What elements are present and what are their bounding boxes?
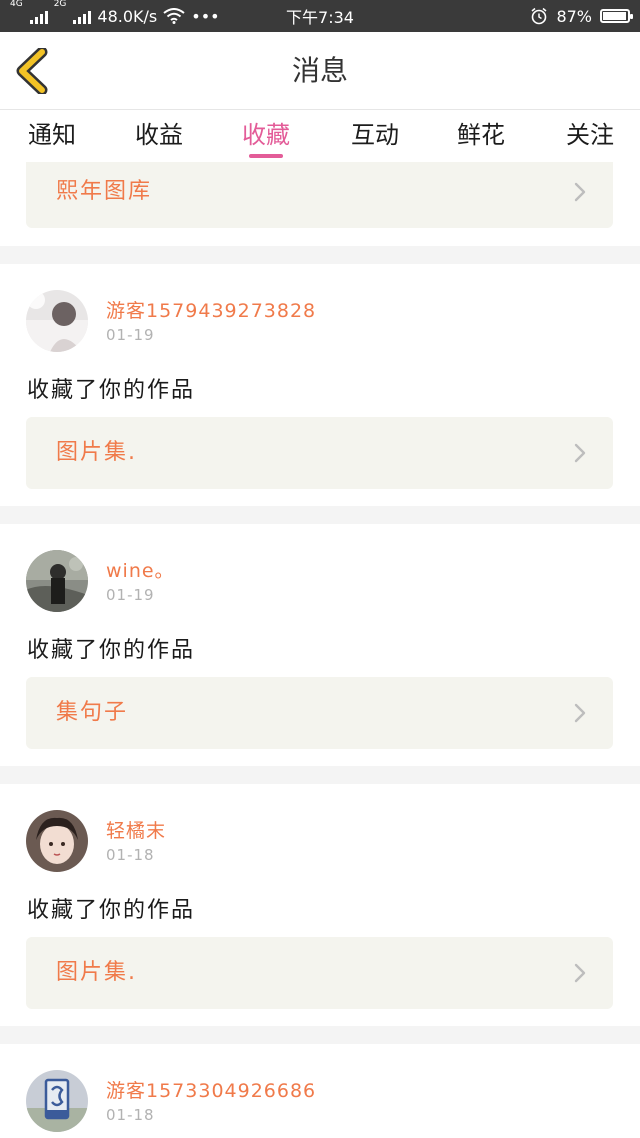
- action-text: 收藏了你的作品: [27, 898, 196, 923]
- username[interactable]: 游客1573304926686: [106, 1076, 316, 1103]
- work-title: 图片集.: [56, 960, 137, 985]
- chevron-right-icon: [574, 703, 586, 723]
- tab-interactions[interactable]: 互动: [330, 110, 420, 162]
- work-link[interactable]: 图片集.: [26, 937, 613, 1009]
- username[interactable]: 轻橘末: [106, 816, 166, 843]
- action-text: 收藏了你的作品: [27, 638, 196, 663]
- date: 01-19: [106, 326, 155, 344]
- page-title: 消息: [291, 54, 348, 87]
- battery-fill: [603, 12, 626, 20]
- avatar-image: [26, 550, 88, 612]
- work-title: 集句子: [56, 700, 129, 725]
- tab-label: 关注: [566, 121, 614, 149]
- tab-label: 鲜花: [457, 121, 505, 149]
- avatar[interactable]: [26, 550, 88, 612]
- avatar-image: [26, 1070, 88, 1132]
- battery-percent: 87%: [556, 6, 592, 26]
- date: 01-18: [106, 1106, 155, 1124]
- chevron-right-icon: [574, 443, 586, 463]
- username[interactable]: wine。: [106, 556, 175, 583]
- list-item: wine。 01-19 收藏了你的作品 集句子: [0, 524, 640, 766]
- active-tab-indicator: [249, 154, 283, 158]
- chevron-right-icon: [574, 182, 586, 202]
- list-item: 轻橘末 01-18 收藏了你的作品 图片集.: [0, 784, 640, 1026]
- work-link[interactable]: 集句子: [26, 677, 613, 749]
- work-link[interactable]: 图片集.: [26, 417, 613, 489]
- avatar[interactable]: [26, 810, 88, 872]
- status-time: 下午7:34: [286, 8, 354, 27]
- alarm-icon: [531, 7, 547, 25]
- list-item: 游客1579439273828 01-19 收藏了你的作品 图片集.: [0, 264, 640, 506]
- tab-label: 收益: [135, 121, 183, 149]
- date: 01-18: [106, 846, 155, 864]
- tab-bar: 通知 收益 收藏 互动 鲜花 关注: [0, 110, 640, 162]
- avatar-image: [26, 810, 88, 872]
- message-list[interactable]: 熙年图库 游客1579439273828 01-19 收藏了你的作品 图片集.: [0, 162, 640, 1138]
- tab-label: 收藏: [242, 121, 290, 149]
- avatar[interactable]: [26, 1070, 88, 1132]
- status-bar: 4G 2G 48.0K/s ••• 下午7:34 87%: [0, 0, 640, 32]
- chevron-right-icon: [574, 963, 586, 983]
- avatar[interactable]: [26, 290, 88, 352]
- tab-label: 互动: [351, 121, 399, 149]
- tab-following[interactable]: 关注: [545, 110, 635, 162]
- work-link[interactable]: 熙年图库: [26, 162, 613, 228]
- date: 01-19: [106, 586, 155, 604]
- header: 消息: [0, 32, 640, 110]
- work-title: 熙年图库: [56, 179, 153, 204]
- battery-icon: [600, 9, 633, 23]
- tab-flowers[interactable]: 鲜花: [436, 110, 526, 162]
- work-title: 图片集.: [56, 440, 137, 465]
- tab-label: 通知: [28, 121, 76, 149]
- list-item: 游客1573304926686 01-18: [0, 1044, 640, 1138]
- list-item: 熙年图库: [0, 162, 640, 246]
- tab-favorites[interactable]: 收藏: [221, 110, 311, 162]
- username[interactable]: 游客1579439273828: [106, 296, 316, 323]
- action-text: 收藏了你的作品: [27, 378, 196, 403]
- avatar-image: [26, 290, 88, 352]
- tab-earnings[interactable]: 收益: [114, 110, 204, 162]
- tab-notifications[interactable]: 通知: [7, 110, 97, 162]
